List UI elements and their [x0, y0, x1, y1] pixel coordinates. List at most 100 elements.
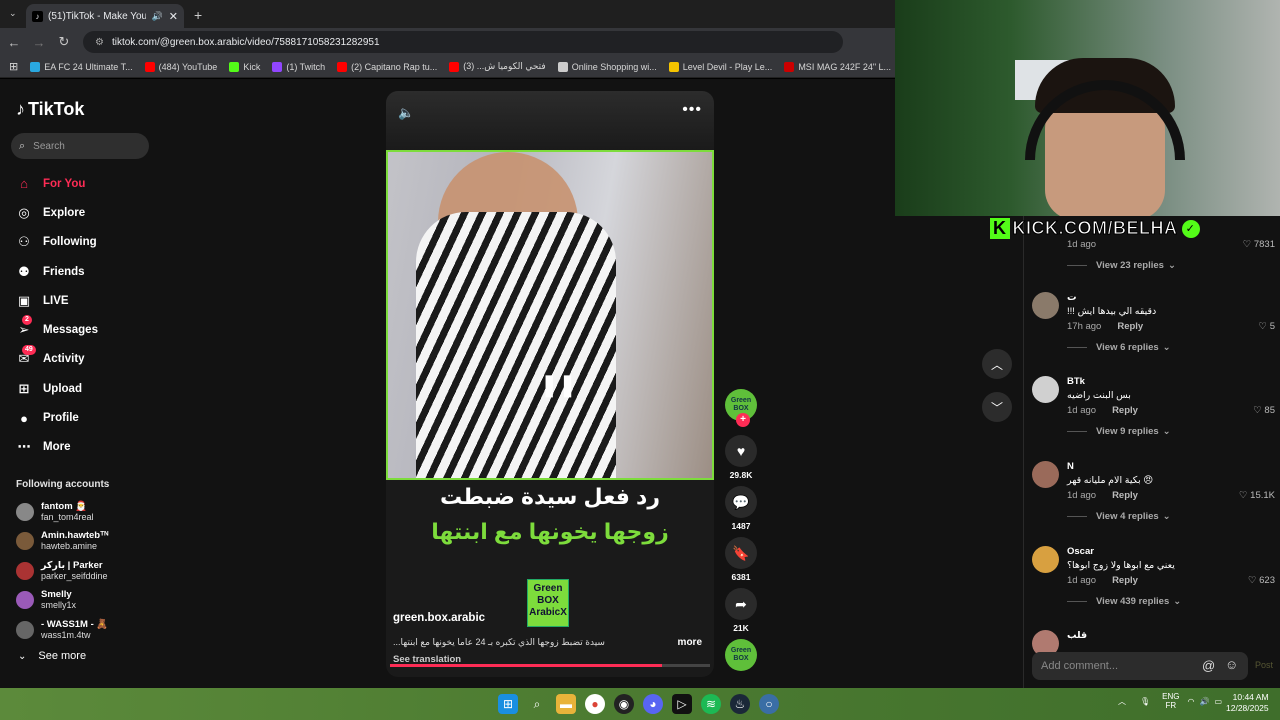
- sidebar-item-upload[interactable]: ⊞ Upload: [16, 374, 98, 403]
- following-account-item[interactable]: - WASS1M - 🧸 wass1m.4tw: [16, 615, 108, 645]
- volume-tray-icon[interactable]: 🔊: [1199, 697, 1209, 706]
- new-tab-icon[interactable]: +: [194, 7, 202, 23]
- comment-author[interactable]: N: [1067, 461, 1074, 472]
- comment-author[interactable]: ت: [1067, 292, 1077, 303]
- comment-button[interactable]: 💬: [725, 486, 757, 518]
- sidebar-item-profile[interactable]: ● Profile: [16, 403, 98, 432]
- chrome-icon[interactable]: ●: [585, 694, 605, 714]
- address-bar[interactable]: ⚙ tiktok.com/@green.box.arabic/video/758…: [83, 31, 843, 53]
- comment-like-button[interactable]: ♡ 7831: [1243, 239, 1275, 250]
- following-account-item[interactable]: باركر | Parker parker_seifddine: [16, 556, 108, 586]
- comment-author[interactable]: Oscar: [1067, 546, 1094, 557]
- wifi-icon[interactable]: ◠: [1188, 697, 1195, 706]
- speaker-icon[interactable]: 🔊: [152, 11, 163, 22]
- bookmark-item[interactable]: MSI MAG 242F 24" L...: [784, 61, 891, 72]
- reply-button[interactable]: Reply: [1117, 321, 1143, 332]
- windows-start-icon[interactable]: ⊞: [498, 694, 518, 714]
- avatar[interactable]: [1032, 546, 1059, 573]
- app-icon[interactable]: ○: [759, 694, 779, 714]
- sidebar-item-more[interactable]: ⋯ More: [16, 433, 98, 462]
- sidebar-item-for-you[interactable]: ⌂ For You: [16, 169, 98, 198]
- back-icon[interactable]: ←: [3, 31, 25, 53]
- reply-button[interactable]: Reply: [1112, 405, 1138, 416]
- music-disc-avatar[interactable]: Green BOX: [725, 639, 757, 671]
- forward-icon[interactable]: →: [28, 31, 50, 53]
- post-button[interactable]: Post: [1255, 660, 1273, 670]
- view-replies-button[interactable]: View 6 replies ⌄: [1067, 342, 1171, 353]
- terminal-icon[interactable]: ▷: [672, 694, 692, 714]
- sidebar-item-messages[interactable]: ➢ 2 Messages: [16, 315, 98, 344]
- view-replies-button[interactable]: View 4 replies ⌄: [1067, 511, 1171, 522]
- bookmark-item[interactable]: Online Shopping wi...: [557, 61, 657, 72]
- sidebar-item-activity[interactable]: ✉ 49 Activity: [16, 344, 98, 374]
- video-author[interactable]: green.box.arabic: [393, 612, 485, 624]
- close-tab-icon[interactable]: ✕: [169, 10, 178, 23]
- video-frame[interactable]: ❚❚: [386, 150, 714, 480]
- apps-icon[interactable]: ⊞: [9, 60, 18, 73]
- bookmark-item[interactable]: (1) Twitch: [272, 61, 325, 72]
- view-replies-button[interactable]: View 23 replies ⌄: [1067, 260, 1176, 271]
- mic-icon[interactable]: 🎙: [1140, 697, 1150, 706]
- previous-video-button[interactable]: ︿: [982, 349, 1012, 379]
- following-account-item[interactable]: fantom 🎅 fan_tom4real: [16, 497, 108, 527]
- search-taskbar-icon[interactable]: ⌕: [527, 694, 547, 714]
- like-button[interactable]: ♥: [725, 435, 757, 467]
- comment-meta: 1d ago Reply: [1067, 575, 1138, 586]
- site-info-icon[interactable]: ⚙: [95, 37, 104, 48]
- video-progress-bar[interactable]: [390, 664, 710, 667]
- comment-like-button[interactable]: ♡ 85: [1253, 405, 1275, 416]
- sidebar-item-following[interactable]: ⚇ Following: [16, 228, 98, 257]
- sidebar-item-live[interactable]: ▣ LIVE: [16, 286, 98, 315]
- battery-icon[interactable]: ▭: [1214, 697, 1222, 706]
- next-video-button[interactable]: ﹀: [982, 392, 1012, 422]
- bookmark-item[interactable]: Kick: [229, 61, 260, 72]
- add-comment-input[interactable]: Add comment... @ ☺: [1032, 652, 1248, 680]
- bookmark-item[interactable]: (484) YouTube: [144, 61, 217, 72]
- emoji-icon[interactable]: ☺: [1225, 657, 1238, 672]
- avatar[interactable]: [1032, 376, 1059, 403]
- avatar[interactable]: [1032, 292, 1059, 319]
- taskbar-clock[interactable]: 10:44 AM 12/28/2025: [1226, 692, 1269, 714]
- mention-icon[interactable]: @: [1202, 658, 1215, 673]
- following-account-item[interactable]: Amin.hawtebᵀᴺ hawteb.amine: [16, 527, 108, 557]
- comment-like-button[interactable]: ♡ 623: [1248, 575, 1275, 586]
- creator-avatar[interactable]: Green BOX +: [725, 389, 757, 427]
- tiktok-logo[interactable]: ♪ TikTok: [16, 99, 84, 120]
- browser-tab[interactable]: ♪ (51)TikTok - Make Your Day 🔊 ✕: [26, 4, 184, 28]
- reply-button[interactable]: Reply: [1112, 575, 1138, 586]
- share-button[interactable]: ➦: [725, 588, 757, 620]
- search-input[interactable]: ⌕ Search: [11, 133, 149, 159]
- volume-icon[interactable]: 🔈: [398, 105, 414, 121]
- avatar[interactable]: [1032, 461, 1059, 488]
- bookmark-item[interactable]: EA FC 24 Ultimate T...: [30, 61, 133, 72]
- bookmark-item[interactable]: Level Devil - Play Le...: [668, 61, 772, 72]
- steam-icon[interactable]: ♨: [730, 694, 750, 714]
- bookmark-item[interactable]: فتحي الكوميا ش... (3): [449, 61, 546, 72]
- view-replies-button[interactable]: View 9 replies ⌄: [1067, 426, 1171, 437]
- spotify-icon[interactable]: ≋: [701, 694, 721, 714]
- comment-author[interactable]: BTk: [1067, 376, 1085, 387]
- language-indicator[interactable]: ENG FR: [1162, 692, 1179, 710]
- see-more-button[interactable]: ⌄ See more: [18, 650, 86, 662]
- follow-plus-icon[interactable]: +: [736, 413, 750, 427]
- comment-author[interactable]: قلب: [1067, 630, 1087, 641]
- more-link[interactable]: more: [678, 637, 702, 648]
- pause-icon[interactable]: ❚❚: [540, 372, 577, 398]
- bookmark-item[interactable]: (2) Capitano Rap tu...: [337, 61, 437, 72]
- video-player[interactable]: 🔈 ••• ❚❚ رد فعل سيدة ضبطت زوجها يخونها م…: [386, 91, 714, 677]
- sidebar-item-explore[interactable]: ◎ Explore: [16, 198, 98, 227]
- obs-icon[interactable]: ◉: [614, 694, 634, 714]
- reload-icon[interactable]: ↻: [53, 31, 75, 53]
- comment-like-button[interactable]: ♡ 15.1K: [1239, 490, 1275, 501]
- following-account-item[interactable]: Smelly smelly1x: [16, 586, 108, 616]
- view-replies-button[interactable]: View 439 replies ⌄: [1067, 596, 1181, 607]
- discord-icon[interactable]: ◕: [643, 694, 663, 714]
- save-button[interactable]: 🔖: [725, 537, 757, 569]
- tab-search-icon[interactable]: ⌄: [9, 8, 17, 19]
- tray-chevron-icon[interactable]: ︿: [1118, 696, 1126, 707]
- more-options-icon[interactable]: •••: [682, 101, 702, 119]
- comment-like-button[interactable]: ♡ 5: [1259, 321, 1275, 332]
- file-explorer-icon[interactable]: ▬: [556, 694, 576, 714]
- reply-button[interactable]: Reply: [1112, 490, 1138, 501]
- sidebar-item-friends[interactable]: ⚉ Friends: [16, 257, 98, 286]
